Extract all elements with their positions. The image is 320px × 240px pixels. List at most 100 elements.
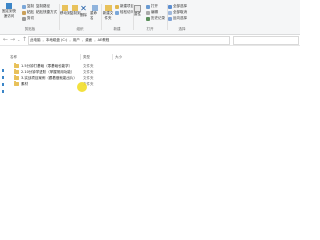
pin-icon[interactable] [2,76,4,79]
select-all-icon [168,4,172,9]
back-arrow-icon[interactable]: ← [3,37,8,43]
file-name: 1.5分钟打基础（零基础也能学） [21,63,73,68]
copy-path-label: 复制路径 [36,4,50,8]
paste-shortcut-button[interactable]: 粘贴快捷方式 [36,10,57,15]
recent-chevron-icon[interactable]: ⌄ [17,37,20,43]
select-all-label: 全部选择 [173,4,187,8]
edit-button[interactable]: 编辑 [146,10,158,15]
cursor-highlight [77,82,87,92]
list-item[interactable]: 3.实战项目案例（跟着做就能出片） 文件夹 [10,74,130,80]
paste-button[interactable]: 粘贴 [22,10,34,15]
list-item[interactable]: 1.5分钟打基础（零基础也能学） 文件夹 [10,62,130,68]
breadcrumb-item[interactable]: 用户 [73,38,80,43]
pin-icon[interactable] [2,69,4,72]
forward-arrow-icon[interactable]: → [10,37,15,43]
copy-icon [22,4,26,9]
invert-selection-label: 反向选择 [173,16,187,20]
edit-icon [146,10,150,15]
breadcrumb-item[interactable]: AE教程 [98,38,110,43]
new-item-button[interactable]: 新建项目 [115,4,134,9]
easy-access-button[interactable]: 轻松访问 [115,10,134,15]
open-group: 属性 打开 编辑 历史记录 打开 [134,2,166,32]
new-folder-button[interactable]: 新建文件夹 [102,5,114,21]
paste-label: 粘贴 [27,10,34,14]
pin-icon[interactable] [2,90,4,93]
properties-label: 属性 [134,12,141,16]
column-header-type[interactable]: 类型 [83,55,90,60]
file-list: 名称 类型 大小 1.5分钟打基础（零基础也能学） 文件夹 2.10分钟学进阶（… [10,47,300,200]
move-to-label: 移动到 [60,11,71,15]
history-icon [146,16,150,21]
file-name: 3.实战项目案例（跟着做就能出片） [21,75,77,80]
folder-icon [14,68,19,74]
list-item[interactable]: 2.10分钟学进阶（掌握常用功能） 文件夹 [10,68,130,74]
breadcrumb-item[interactable]: 此电脑 [30,38,41,43]
select-none-icon [168,10,172,15]
copy-path-button[interactable]: 复制路径 [36,4,50,9]
clipboard-group-title: 剪贴板 [24,27,36,31]
properties-icon [134,5,141,12]
column-divider[interactable] [80,54,81,60]
delete-button[interactable]: ✕ 删除 [80,5,87,18]
new-group-title: 新建 [113,27,121,31]
copy-to-label: 复制到 [70,11,81,15]
up-arrow-icon[interactable]: ↑ [22,37,27,43]
navigation-pane [0,47,8,200]
folder-icon [14,80,19,86]
copy-button[interactable]: 复制 [22,4,34,9]
column-header-size[interactable]: 大小 [115,55,122,60]
organize-group-title: 组织 [76,27,84,31]
breadcrumb-item[interactable]: 本地磁盘 (C:) [46,38,67,43]
column-divider[interactable] [112,54,113,60]
scissors-icon [22,16,26,21]
organize-group: 移动到 复制到 ✕ 删除 重命名 组织 [60,2,100,32]
file-name: 素材 [21,81,28,86]
select-none-button[interactable]: 全部取消 [168,10,187,15]
select-group-title: 选择 [178,27,186,31]
address-bar-row: ← → ⌄ ↑ 此电脑 › 本地磁盘 (C:) › 用户 › 桌面 › AE教程 [0,35,300,46]
open-group-title: 打开 [146,27,154,31]
history-label: 历史记录 [151,16,165,20]
invert-selection-button[interactable]: 反向选择 [168,16,187,21]
history-button[interactable]: 历史记录 [146,16,165,21]
pin-icon[interactable] [2,83,4,86]
paste-shortcut-label: 粘贴快捷方式 [36,10,57,14]
rename-label: 重命名 [90,11,97,20]
copy-to-button[interactable]: 复制到 [70,5,81,16]
file-type: 文件夹 [83,69,94,74]
properties-button[interactable]: 属性 [134,5,141,17]
open-icon [146,4,150,9]
easy-access-label: 轻松访问 [120,10,134,14]
cut-label: 剪切 [27,16,34,20]
new-group: 新建文件夹 新建项目 轻松访问 新建 [102,2,134,32]
select-none-label: 全部取消 [173,10,187,14]
pin-label: 固定到快速访问 [2,9,16,18]
folder-icon [14,74,19,80]
column-header-name[interactable]: 名称 [10,55,17,60]
file-type: 文件夹 [83,75,94,80]
breadcrumb-chevron-icon: › [94,38,96,43]
new-item-label: 新建项目 [120,4,134,8]
folder-icon [14,62,19,68]
list-item[interactable]: 素材 文件夹 [10,80,130,86]
breadcrumb-item[interactable]: 桌面 [85,38,92,43]
file-name: 2.10分钟学进阶（掌握常用功能） [21,69,75,74]
breadcrumb-chevron-icon: › [69,38,71,43]
breadcrumb-chevron-icon: › [81,38,84,43]
invert-selection-icon [168,16,172,21]
delete-x-icon: ✕ [80,4,87,13]
select-all-button[interactable]: 全部选择 [168,4,187,9]
new-folder-label: 新建文件夹 [102,11,114,20]
clipboard-group: 固定到快速访问 复制 粘贴 剪切 复制路径 粘贴快捷方式 剪贴板 [2,2,58,32]
edit-label: 编辑 [151,10,158,14]
paste-icon [22,10,26,15]
rename-button[interactable]: 重命名 [90,5,100,21]
breadcrumb[interactable]: 此电脑 › 本地磁盘 (C:) › 用户 › 桌面 › AE教程 [28,36,230,45]
move-to-button[interactable]: 移动到 [60,5,71,16]
search-input[interactable] [233,36,299,45]
cut-button[interactable]: 剪切 [22,16,34,21]
new-item-icon [115,4,119,9]
open-label: 打开 [151,4,158,8]
open-button[interactable]: 打开 [146,4,158,9]
pin-quick-access-button[interactable]: 固定到快速访问 [2,3,16,19]
